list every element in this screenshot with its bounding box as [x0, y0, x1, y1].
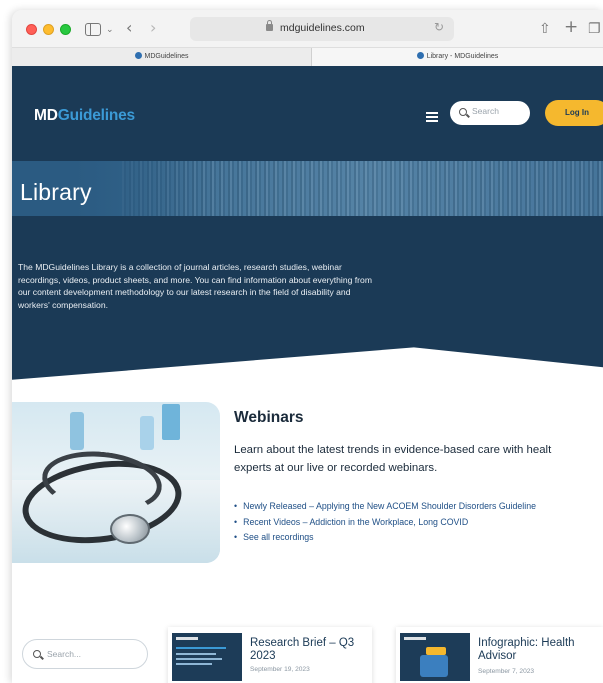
webinars-description-line: experts at our live or recorded webinars…: [234, 462, 438, 474]
tab-overview-icon[interactable]: ❐: [588, 19, 601, 39]
webinar-link-all-recordings[interactable]: See all recordings: [234, 530, 536, 546]
webinar-image: [12, 402, 220, 563]
thumbnail-badge: [420, 655, 448, 677]
search-icon: [33, 650, 41, 658]
stethoscope-chestpiece: [110, 514, 150, 544]
card-date: September 19, 2023: [250, 666, 310, 673]
site-logo[interactable]: MDGuidelines: [34, 107, 135, 125]
favicon-icon: [134, 52, 142, 59]
image-bottle: [70, 412, 84, 450]
thumbnail-badge: [426, 647, 446, 655]
login-button[interactable]: Log In: [545, 100, 603, 126]
forward-icon[interactable]: ›: [150, 18, 156, 38]
card-title-line: Infographic: Health: [478, 637, 575, 649]
browser-window: ⌄ ‹ › mdguidelines.com ↻ ⇧ + ❐ MDGuideli…: [12, 10, 603, 683]
webinars-description-line: Learn about the latest trends in evidenc…: [234, 444, 552, 456]
close-window-icon[interactable]: [26, 24, 37, 35]
library-card-infographic[interactable]: Infographic: Health Advisor September 7,…: [396, 627, 603, 683]
tab-label: MDGuidelines: [144, 53, 189, 60]
lock-icon: [266, 20, 273, 31]
card-title-line: Advisor: [478, 650, 517, 662]
card-thumbnail: [400, 633, 470, 681]
favicon-icon: [416, 52, 424, 59]
page-title: Library: [20, 179, 92, 205]
share-icon[interactable]: ⇧: [539, 19, 551, 39]
card-title-line: 2023: [250, 650, 276, 662]
tab-mdguidelines[interactable]: MDGuidelines: [12, 48, 312, 66]
reload-icon[interactable]: ↻: [434, 20, 444, 34]
menu-icon[interactable]: [426, 112, 438, 122]
thumbnail-line: [176, 653, 216, 655]
thumbnail-logo: [404, 637, 426, 640]
header-search[interactable]: [450, 101, 530, 125]
minimize-window-icon[interactable]: [43, 24, 54, 35]
thumbnail-line: [176, 663, 212, 665]
address-bar[interactable]: mdguidelines.com ↻: [190, 17, 454, 41]
zoom-window-icon[interactable]: [60, 24, 71, 35]
card-title[interactable]: Research Brief – Q3 2023: [250, 637, 354, 663]
thumbnail-line: [176, 647, 226, 649]
card-date: September 7, 2023: [478, 668, 535, 675]
web-page: MDGuidelines Log In Library The MDGuidel…: [12, 66, 603, 683]
hero-banner: [12, 161, 603, 216]
browser-toolbar: ⌄ ‹ › mdguidelines.com ↻ ⇧ + ❐: [12, 10, 603, 48]
tab-strip: MDGuidelines Library - MDGuidelines: [12, 48, 603, 66]
logo-md-text: MD: [34, 107, 58, 124]
new-tab-icon[interactable]: +: [564, 17, 578, 37]
logo-guidelines-text: Guidelines: [57, 107, 135, 124]
intro-text: The MDGuidelines Library is a collection…: [18, 262, 372, 310]
thumbnail-logo: [176, 637, 198, 640]
chevron-down-icon[interactable]: ⌄: [106, 20, 114, 40]
image-bottle: [140, 416, 154, 450]
card-title[interactable]: Infographic: Health Advisor: [478, 637, 575, 663]
webinar-link-shoulder[interactable]: Newly Released – Applying the New ACOEM …: [234, 499, 536, 515]
library-card-research-brief[interactable]: Research Brief – Q3 2023 September 19, 2…: [168, 627, 372, 683]
tab-library[interactable]: Library - MDGuidelines: [312, 48, 603, 66]
site-header: MDGuidelines Log In: [12, 66, 603, 161]
tab-label: Library - MDGuidelines: [426, 53, 499, 60]
search-icon: [459, 108, 467, 116]
webinars-description: Learn about the latest trends in evidenc…: [234, 441, 603, 477]
header-search-input[interactable]: [472, 106, 524, 116]
intro-section: The MDGuidelines Library is a collection…: [12, 216, 603, 380]
webinars-links: Newly Released – Applying the New ACOEM …: [234, 499, 536, 546]
back-icon[interactable]: ‹: [126, 18, 132, 38]
library-search[interactable]: [22, 639, 148, 669]
image-cup: [162, 404, 180, 440]
library-search-input[interactable]: [47, 649, 137, 659]
sidebar-icon[interactable]: [85, 23, 101, 36]
card-thumbnail: [172, 633, 242, 681]
url-text: mdguidelines.com: [280, 22, 365, 34]
card-title-line: Research Brief – Q3: [250, 637, 355, 649]
thumbnail-line: [176, 658, 222, 660]
webinars-heading: Webinars: [234, 409, 304, 426]
webinar-link-recent-videos[interactable]: Recent Videos – Addiction in the Workpla…: [234, 515, 536, 531]
